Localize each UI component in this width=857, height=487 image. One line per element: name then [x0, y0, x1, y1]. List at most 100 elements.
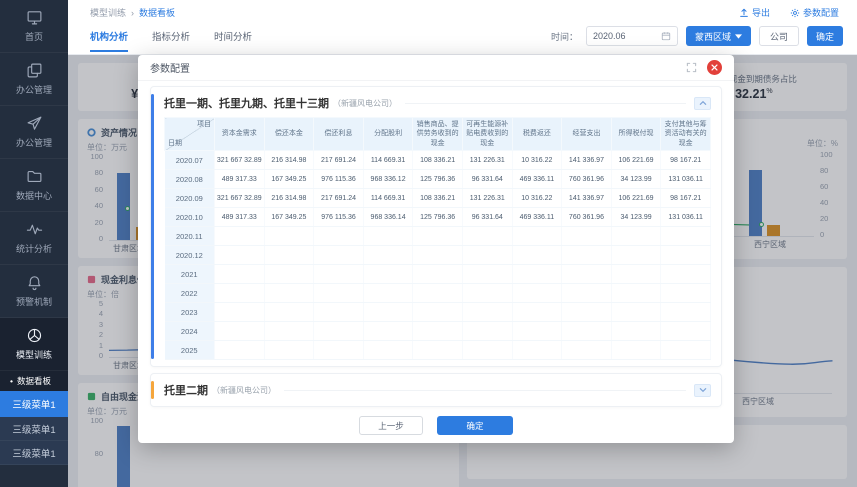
tab-指标分析[interactable]: 指标分析 [152, 29, 190, 52]
table-cell: 167 349.25 [264, 169, 315, 190]
copy-icon [27, 63, 41, 78]
sidebar-item-办公管理[interactable]: 办公管理 [0, 106, 68, 159]
breadcrumb-parent[interactable]: 模型训练 [90, 6, 126, 19]
table-cell: 217 691.24 [313, 188, 364, 209]
table-cell [313, 302, 364, 323]
table-cell: 976 115.36 [313, 169, 364, 190]
sidebar-item-数据中心[interactable]: 数据中心 [0, 159, 68, 212]
table-column-header: 税费返还 [511, 116, 563, 152]
table-cell: 131 226.31 [462, 150, 513, 171]
table-row: 2021 [164, 264, 711, 285]
param-config-modal: 参数配置 托里一期、托里九期、托里十三期 （新疆风电公司） 项目 日期 资本金需… [138, 55, 734, 443]
table-body: 2020.07 321 667 32.89 216 314.98 217 691.24… [164, 150, 711, 361]
row-date-cell: 2025 [164, 340, 215, 361]
sidebar: 首页 办公管理 办公管理 数据中心 统计分析 预警机制 模型训练 • 数据看板 三级菜单1 三级菜… [0, 0, 68, 487]
table-cell [561, 245, 612, 266]
table-cell: 217 691.24 [313, 150, 364, 171]
table-cell: 489 317.33 [214, 169, 265, 190]
table-cell [214, 226, 265, 247]
sidebar-item-统计分析[interactable]: 统计分析 [0, 212, 68, 265]
chevron-down-icon[interactable] [694, 383, 711, 397]
table-cell: 106 221.69 [611, 150, 662, 171]
row-date-cell: 2020.12 [164, 245, 215, 266]
table-cell: 469 336.11 [512, 207, 563, 228]
modal-confirm-button[interactable]: 确定 [437, 416, 513, 435]
tab-机构分析[interactable]: 机构分析 [90, 29, 129, 52]
divider [284, 389, 686, 391]
table-cell [512, 245, 563, 266]
table-cell: 125 796.36 [412, 207, 463, 228]
table-cell [214, 264, 265, 285]
table-row: 2020.11 [164, 226, 711, 247]
table-cell: 131 036.11 [660, 169, 711, 190]
table-cell [313, 264, 364, 285]
table-cell [363, 340, 414, 361]
sidebar-subitem-数据看板[interactable]: • 数据看板 [0, 371, 68, 391]
table-cell: 131 036.11 [660, 207, 711, 228]
table-column-header: 偿还利息 [313, 116, 364, 152]
close-icon[interactable] [707, 60, 722, 75]
table-cell [561, 226, 612, 247]
section-accent [151, 94, 154, 360]
date-input[interactable]: 2020.06 [585, 26, 678, 46]
table-cell [561, 283, 612, 304]
table-cell: 489 317.33 [214, 207, 265, 228]
table-row: 2020.07 321 667 32.89 216 314.98 217 691.24… [164, 150, 711, 171]
upload-icon [740, 8, 748, 17]
sidebar-item-办公管理[interactable]: 办公管理 [0, 53, 68, 106]
table-cell: 108 336.21 [412, 188, 463, 209]
region-dropdown[interactable]: 蒙西区域 [685, 26, 751, 46]
section-title: 托里一期、托里九期、托里十三期 [164, 98, 329, 110]
bullet-icon: • [10, 376, 13, 386]
table-corner-cell: 项目 日期 [164, 116, 215, 152]
previous-step-button[interactable]: 上一步 [359, 416, 423, 435]
table-cell [412, 302, 463, 323]
chevron-up-icon[interactable] [694, 96, 711, 110]
table-cell [611, 264, 662, 285]
expand-icon[interactable] [686, 62, 697, 73]
sidebar-subitem-三级菜单1[interactable]: 三级菜单1 [0, 441, 68, 465]
table-cell [462, 302, 513, 323]
breadcrumb-separator: › [131, 7, 135, 18]
table-cell [264, 264, 315, 285]
sidebar-item-首页[interactable]: 首页 [0, 0, 68, 53]
table-cell [512, 283, 563, 304]
table-cell [214, 302, 265, 323]
table-cell: 141 336.97 [561, 150, 612, 171]
table-cell [512, 226, 563, 247]
table-cell [611, 283, 662, 304]
company-button[interactable]: 公司 [758, 26, 799, 46]
tab-时间分析[interactable]: 时间分析 [214, 29, 252, 52]
table-cell: 125 796.36 [412, 169, 463, 190]
caret-down-icon [734, 33, 742, 39]
table-cell: 141 336.97 [561, 188, 612, 209]
sidebar-subitem-三级菜单1[interactable]: 三级菜单1 [0, 417, 68, 441]
table-cell: 131 226.31 [462, 188, 513, 209]
table-column-header: 分配股利 [362, 116, 414, 152]
folder-icon [27, 170, 41, 183]
table-cell [512, 340, 563, 361]
param-config-button[interactable]: 参数配置 [790, 6, 839, 19]
sidebar-item-预警机制[interactable]: 预警机制 [0, 265, 68, 318]
table-column-header: 支付其他与筹资活动有关的现金 [660, 116, 711, 152]
export-button[interactable]: 导出 [739, 6, 770, 19]
confirm-button[interactable]: 确定 [806, 26, 843, 46]
table-cell: 968 336.14 [363, 207, 414, 228]
table-cell: 968 336.12 [363, 169, 414, 190]
table-cell [214, 321, 265, 342]
row-date-cell: 2020.09 [164, 188, 215, 209]
row-date-cell: 2023 [164, 302, 215, 323]
table-cell [363, 226, 414, 247]
table-cell [462, 245, 513, 266]
sidebar-item-模型训练[interactable]: 模型训练 [0, 318, 68, 371]
row-date-cell: 2020.10 [164, 207, 215, 228]
calendar-icon [661, 32, 671, 41]
table-row: 2020.12 [164, 245, 711, 266]
table-cell: 167 349.25 [264, 207, 315, 228]
table-cell [264, 283, 315, 304]
table-cell [462, 283, 513, 304]
table-column-header: 所得税付现 [610, 116, 662, 152]
table-cell [412, 226, 463, 247]
sidebar-subitem-三级菜单1[interactable]: 三级菜单1 [0, 391, 68, 417]
table-cell [264, 302, 315, 323]
